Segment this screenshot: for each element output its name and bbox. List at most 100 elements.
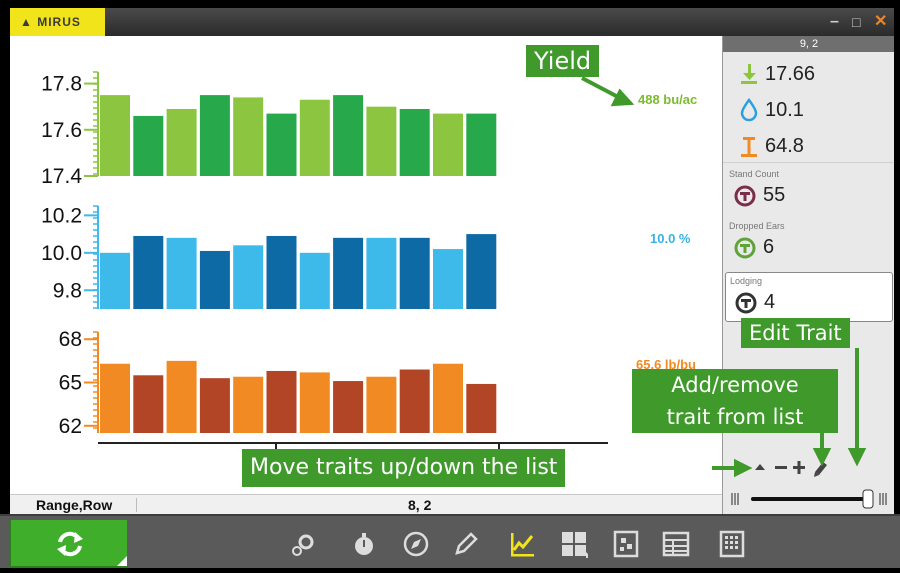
timer-icon[interactable] <box>350 530 378 558</box>
chart-bar <box>266 113 297 176</box>
chart-bar <box>100 252 130 309</box>
title-bar: ▲ MIRUS – □ ✕ <box>10 8 894 36</box>
slider-thumb[interactable] <box>862 489 874 509</box>
trait-panel: 9, 2 17.66 10.1 64.8 Stand Count 55 Drop… <box>722 36 894 514</box>
tablet-frame: ▲ MIRUS – □ ✕ 17.8 17.6 17.4 488 bu/ac 10.2 1… <box>0 0 900 568</box>
table-icon[interactable] <box>662 530 690 558</box>
chart-bar <box>299 252 330 309</box>
chart-area: 17.8 17.6 17.4 488 bu/ac 10.2 10.0 9.8 10.0 % 68… <box>10 36 722 494</box>
y-tick-label: 65 <box>59 372 82 395</box>
chart-bar <box>166 237 197 309</box>
trait-control-icons <box>735 461 827 477</box>
move-up-icon[interactable] <box>755 464 765 470</box>
trait-dropped-ears[interactable]: Dropped Ears 6 <box>725 218 893 268</box>
chart-bar <box>333 381 364 433</box>
sync-button[interactable] <box>10 519 128 567</box>
app-window: ▲ MIRUS – □ ✕ 17.8 17.6 17.4 488 bu/ac 10.2 1… <box>10 8 894 514</box>
panel-divider <box>723 162 894 163</box>
chart-bar <box>333 95 364 176</box>
chart-bar <box>199 378 230 433</box>
chart-bar <box>433 113 463 176</box>
status-divider <box>136 498 137 512</box>
yield-value: 17.66 <box>765 63 816 85</box>
chart-bar <box>433 363 463 433</box>
zoom-slider[interactable] <box>723 486 894 512</box>
chart-bar <box>100 95 130 176</box>
chart-bar <box>433 249 463 309</box>
y-tick-label: 62 <box>59 415 82 438</box>
range-row-value: 8, 2 <box>408 497 432 513</box>
moisture-row: 10.1 <box>729 94 889 126</box>
trait-icon <box>734 237 756 259</box>
chart-bar <box>133 115 164 176</box>
trait-controls <box>723 456 894 480</box>
range-row-label: Range,Row <box>36 497 113 513</box>
test-weight-value: 64.8 <box>765 135 804 157</box>
bar-charts: 17.8 17.6 17.4 488 bu/ac 10.2 10.0 9.8 10.0 % 68… <box>41 71 697 450</box>
compass-icon[interactable] <box>402 530 430 558</box>
y-tick-label: 17.8 <box>41 73 82 96</box>
y-tick-label: 9.8 <box>53 279 82 302</box>
chart-bar <box>199 250 230 309</box>
chart-bar <box>266 235 297 309</box>
callout-add-remove: Add/remove trait from list <box>632 369 838 433</box>
trait-name: Lodging <box>730 276 763 286</box>
gear-icon[interactable] <box>290 530 318 558</box>
edit-icon[interactable] <box>814 462 827 477</box>
grid-icon[interactable] <box>560 530 588 558</box>
trait-stand-count[interactable]: Stand Count 55 <box>725 166 893 216</box>
app-logo: ▲ MIRUS <box>10 8 105 36</box>
remove-icon[interactable] <box>775 466 787 469</box>
move-down-icon[interactable] <box>735 464 745 470</box>
pencil-icon[interactable] <box>452 530 480 558</box>
callout-add-remove-line2: trait from list <box>666 405 804 429</box>
chart-bar <box>133 375 164 433</box>
chart-bar <box>366 237 397 309</box>
trait-icon <box>735 292 757 314</box>
slider-min-icon <box>731 493 739 505</box>
close-button[interactable]: ✕ <box>874 12 887 32</box>
chart-bar <box>366 106 397 176</box>
maximize-button[interactable]: □ <box>852 12 860 32</box>
y-tick-label: 10.0 <box>41 242 82 265</box>
test-weight-row: 64.8 <box>729 130 889 162</box>
yield-icon <box>741 64 757 84</box>
minimize-button[interactable]: – <box>830 12 839 32</box>
chart-bar <box>399 108 430 176</box>
callout-edit-trait: Edit Trait <box>741 318 850 348</box>
panel-header: 9, 2 <box>723 36 894 52</box>
trait-value: 55 <box>763 184 786 206</box>
app-brand: MIRUS <box>37 15 81 29</box>
water-drop-icon <box>740 98 758 122</box>
chart-bar <box>333 237 364 309</box>
chart-bar <box>233 376 264 433</box>
callout-add-remove-line1: Add/remove <box>671 373 799 397</box>
yield-row: 17.66 <box>729 58 889 90</box>
calculator-icon[interactable] <box>718 530 746 558</box>
add-icon[interactable] <box>793 461 805 474</box>
trait-value: 4 <box>764 291 776 313</box>
slider-max-icon <box>879 493 887 505</box>
chart-bar <box>466 234 497 309</box>
chart-icon[interactable] <box>508 530 536 558</box>
chart-bar <box>466 113 497 176</box>
current-value-label: 488 bu/ac <box>638 92 697 107</box>
chart-bar <box>233 97 264 176</box>
chart-bar <box>166 360 197 433</box>
chart-bar <box>366 376 397 433</box>
chart-bar <box>399 369 430 433</box>
chart-bar <box>133 235 164 309</box>
y-tick-label: 10.2 <box>41 204 82 227</box>
trait-name: Dropped Ears <box>729 221 785 231</box>
y-tick-label: 68 <box>59 328 82 351</box>
callout-move-traits: Move traits up/down the list <box>242 449 566 487</box>
trait-lodging-selected[interactable]: Lodging 4 <box>725 272 893 322</box>
zoom-slider-row <box>723 486 894 512</box>
chart-bar <box>100 363 130 433</box>
chart-bar <box>233 245 264 309</box>
chart-bar <box>166 108 197 176</box>
map-icon[interactable] <box>612 530 640 558</box>
refresh-icon <box>57 531 127 566</box>
trait-name: Stand Count <box>729 169 780 179</box>
slider-track[interactable] <box>751 497 871 501</box>
